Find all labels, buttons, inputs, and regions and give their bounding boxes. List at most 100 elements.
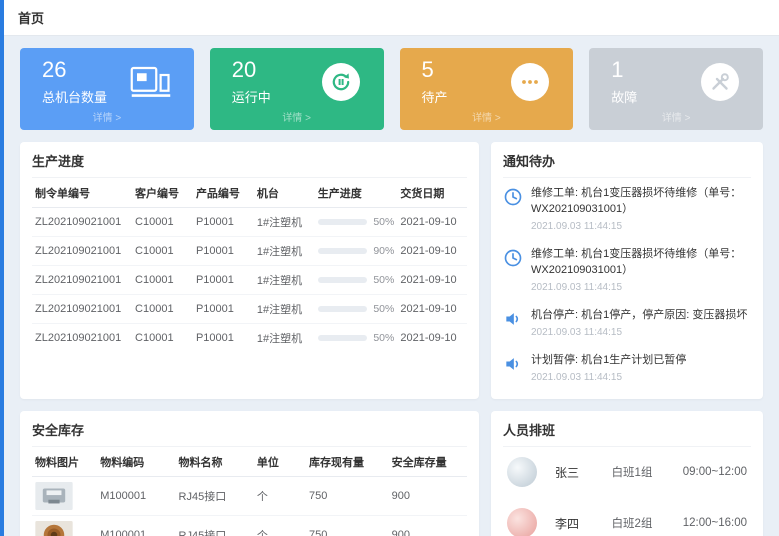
order-no: ZL202109021001 <box>32 237 132 266</box>
staff-time: 12:00~16:00 <box>683 517 747 529</box>
progress-bar: 50% <box>318 332 395 344</box>
stock-table: 物料图片 物料编码 物料名称 单位 库存现有量 安全库存量 <box>32 447 467 536</box>
stat-cards-row: 26 总机台数量 详情 > <box>20 48 763 130</box>
order-no: ZL202109021001 <box>32 324 132 353</box>
delivery-date: 2021-09-10 <box>397 266 467 295</box>
rj45-connector-image <box>35 482 73 510</box>
progress-bar: 50% <box>318 216 395 228</box>
machine: 1#注塑机 <box>254 237 315 266</box>
table-row: M100001 RJ45接口 个 750 900 <box>32 515 467 536</box>
table-row: ZL202109021001 C10001 P10001 1#注塑机 50% 2… <box>32 266 467 295</box>
stat-detail-link[interactable]: 详情 > <box>412 106 562 126</box>
tools-icon <box>699 63 741 101</box>
panel-safety-stock: 安全库存 物料图片 物料编码 物料名称 单位 库存现有量 安全库存量 <box>20 411 479 536</box>
machine: 1#注塑机 <box>254 208 315 237</box>
stat-detail-link[interactable]: 详情 > <box>222 106 372 126</box>
notice-item[interactable]: 计划暂停: 机台1生产计划已暂停 2021.09.03 11:44:15 <box>503 345 751 390</box>
order-no: ZL202109021001 <box>32 208 132 237</box>
production-table: 制令单编号 客户编号 产品编号 机台 生产进度 交货日期 ZL202109021… <box>32 178 467 352</box>
notice-text: 维修工单: 机台1变压器损坏待维修（单号：WX202109031001） <box>531 247 751 279</box>
stat-card-fault: 1 故障 详情 > <box>589 48 763 130</box>
staff-name: 张三 <box>555 464 612 481</box>
safe-qty: 900 <box>389 476 467 515</box>
tab-home[interactable]: 首页 <box>18 8 44 27</box>
material-unit: 个 <box>254 476 306 515</box>
speaker-icon <box>503 353 523 383</box>
column-header: 客户编号 <box>132 178 193 208</box>
column-header: 交货日期 <box>397 178 467 208</box>
product-no: P10001 <box>193 295 254 324</box>
stat-card-waiting: 5 待产 详情 > <box>400 48 574 130</box>
table-row: M100001 RJ45接口 个 750 900 <box>32 476 467 515</box>
progress-bar: 50% <box>318 274 395 286</box>
notice-time: 2021.09.03 11:44:15 <box>531 327 747 338</box>
column-header: 制令单编号 <box>32 178 132 208</box>
stat-label: 待产 <box>422 87 448 106</box>
panel-production-progress: 生产进度 制令单编号 客户编号 产品编号 机台 生产进度 交货日期 <box>20 142 479 399</box>
dashboard-page: 首页 26 总机台数量 <box>4 0 779 536</box>
safe-qty: 900 <box>389 515 467 536</box>
clock-icon <box>503 247 523 293</box>
column-header: 单位 <box>254 447 306 477</box>
column-header: 安全库存量 <box>389 447 467 477</box>
machine-icon <box>130 63 172 101</box>
progress-bar: 90% <box>318 245 395 257</box>
left-accent-strip <box>0 0 4 536</box>
topbar: 首页 <box>4 0 779 36</box>
column-header: 物料图片 <box>32 447 97 477</box>
product-no: P10001 <box>193 324 254 353</box>
stat-value: 26 <box>42 58 107 82</box>
customer-no: C10001 <box>132 266 193 295</box>
panels-grid: 生产进度 制令单编号 客户编号 产品编号 机台 生产进度 交货日期 <box>20 142 763 536</box>
coil-image <box>35 521 73 536</box>
notice-item[interactable]: 维修工单: 机台1变压器损坏待维修（单号：WX202109031001） 202… <box>503 239 751 300</box>
progress-bar: 50% <box>318 303 395 315</box>
stat-label: 故障 <box>611 87 637 106</box>
order-no: ZL202109021001 <box>32 295 132 324</box>
machine: 1#注塑机 <box>254 324 315 353</box>
main-content: 26 总机台数量 详情 > <box>4 36 779 536</box>
stat-detail-link[interactable]: 详情 > <box>32 106 182 126</box>
stat-value: 5 <box>422 58 448 82</box>
stat-label: 运行中 <box>232 87 271 106</box>
material-name: RJ45接口 <box>176 515 254 536</box>
stock-qty: 750 <box>306 515 389 536</box>
avatar <box>507 457 537 487</box>
customer-no: C10001 <box>132 237 193 266</box>
stat-card-running: 20 运行中 详情 > <box>210 48 384 130</box>
staff-time: 09:00~12:00 <box>683 466 747 478</box>
material-unit: 个 <box>254 515 306 536</box>
customer-no: C10001 <box>132 324 193 353</box>
column-header: 物料编码 <box>97 447 175 477</box>
product-no: P10001 <box>193 266 254 295</box>
column-header: 产品编号 <box>193 178 254 208</box>
customer-no: C10001 <box>132 208 193 237</box>
column-header: 生产进度 <box>315 178 398 208</box>
stat-label: 总机台数量 <box>42 87 107 106</box>
delivery-date: 2021-09-10 <box>397 324 467 353</box>
clock-icon <box>503 186 523 232</box>
product-no: P10001 <box>193 208 254 237</box>
product-no: P10001 <box>193 237 254 266</box>
machine: 1#注塑机 <box>254 266 315 295</box>
notice-time: 2021.09.03 11:44:15 <box>531 221 751 232</box>
stat-value: 20 <box>232 58 271 82</box>
customer-no: C10001 <box>132 295 193 324</box>
machine: 1#注塑机 <box>254 295 315 324</box>
staff-shift: 白班1组 <box>612 464 683 480</box>
table-row: ZL202109021001 C10001 P10001 1#注塑机 50% 2… <box>32 208 467 237</box>
panel-title: 安全库存 <box>32 420 467 447</box>
notice-item[interactable]: 机台停产: 机台1停产，停产原因: 变压器损坏 2021.09.03 11:44… <box>503 300 751 345</box>
table-row: ZL202109021001 C10001 P10001 1#注塑机 50% 2… <box>32 324 467 353</box>
staff-name: 李四 <box>555 515 612 532</box>
stat-card-total-machines: 26 总机台数量 详情 > <box>20 48 194 130</box>
notice-text: 计划暂停: 机台1生产计划已暂停 <box>531 353 686 369</box>
stat-detail-link[interactable]: 详情 > <box>601 106 751 126</box>
column-header: 机台 <box>254 178 315 208</box>
panel-notices: 通知待办 维修工单: 机台1变压器损坏待维修（单号：WX202109031001… <box>491 142 763 399</box>
notice-item[interactable]: 维修工单: 机台1变压器损坏待维修（单号：WX202109031001） 202… <box>503 178 751 239</box>
notice-text: 维修工单: 机台1变压器损坏待维修（单号：WX202109031001） <box>531 186 751 218</box>
notice-time: 2021.09.03 11:44:15 <box>531 372 686 383</box>
stock-qty: 750 <box>306 476 389 515</box>
panel-title: 通知待办 <box>503 151 751 178</box>
